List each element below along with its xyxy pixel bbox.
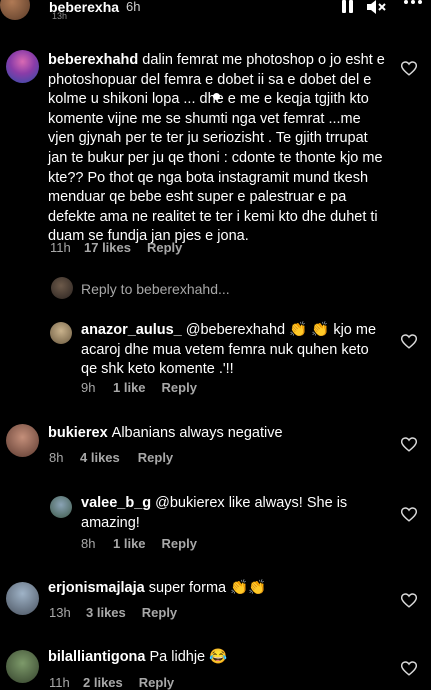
likes-count[interactable]: 17 likes: [84, 240, 131, 255]
story-subtext: 13h: [52, 11, 68, 21]
avatar[interactable]: [6, 650, 39, 683]
comment-meta: 11h 17 likes Reply: [50, 240, 182, 255]
comment-text: Albanians always negative: [111, 425, 283, 441]
avatar[interactable]: [6, 50, 39, 83]
comment-meta: 8h 1 like Reply: [81, 536, 197, 551]
heart-outline-icon[interactable]: [400, 61, 418, 76]
comment-text: super forma 👏👏: [148, 580, 267, 596]
comment-time: 11h: [50, 240, 71, 255]
comment-text: Pa lidhje 😂: [149, 649, 228, 665]
comment-username[interactable]: beberexhahd: [48, 52, 138, 68]
cursor: [213, 93, 220, 100]
comment-meta: 8h 4 likes Reply: [49, 450, 173, 465]
pause-icon[interactable]: [340, 0, 354, 14]
avatar[interactable]: [6, 424, 39, 457]
heart-outline-icon[interactable]: [400, 661, 418, 676]
comment-username[interactable]: bukierex: [48, 425, 108, 441]
comment-meta: 9h 1 like Reply: [81, 380, 197, 395]
comment-body: valee_b_g @bukierex like always! She is a…: [81, 494, 381, 533]
comment-time: 8h: [49, 450, 64, 465]
reply-button[interactable]: Reply: [142, 605, 177, 620]
comment-body: anazor_aulus_ @beberexhahd 👏 👏 kjo me aca…: [81, 321, 381, 380]
heart-outline-icon[interactable]: [400, 334, 418, 349]
reply-button[interactable]: Reply: [147, 240, 182, 255]
comment-body: bukierex Albanians always negative: [48, 424, 388, 444]
likes-count[interactable]: 1 like: [113, 380, 146, 395]
comment-username[interactable]: erjonismajlaja: [48, 580, 145, 596]
reply-to-input[interactable]: Reply to beberexhahd...: [81, 281, 230, 297]
reply-button[interactable]: Reply: [162, 536, 197, 551]
story-time: 6h: [126, 0, 141, 14]
comment-username[interactable]: bilalliantigona: [48, 649, 145, 665]
reply-button[interactable]: Reply: [162, 380, 197, 395]
comment-time: 9h: [81, 380, 96, 395]
comment-body: erjonismajlaja super forma 👏👏: [48, 579, 388, 599]
comment-body: beberexhahd dalin femrat me photoshop o j…: [48, 51, 388, 247]
comment-username[interactable]: valee_b_g: [81, 495, 151, 511]
comment-time: 13h: [49, 605, 71, 620]
comment-time: 8h: [81, 536, 96, 551]
avatar[interactable]: [50, 322, 72, 344]
comment-username[interactable]: anazor_aulus_: [81, 322, 182, 338]
heart-outline-icon[interactable]: [400, 593, 418, 608]
mute-icon[interactable]: [366, 0, 386, 14]
avatar[interactable]: [6, 582, 39, 615]
reply-avatar: [51, 277, 73, 299]
likes-count[interactable]: 3 likes: [86, 605, 126, 620]
more-icon[interactable]: [404, 0, 422, 6]
heart-outline-icon[interactable]: [400, 507, 418, 522]
heart-outline-icon[interactable]: [400, 437, 418, 452]
comment-body: bilalliantigona Pa lidhje 😂: [48, 648, 388, 668]
reply-button[interactable]: Reply: [138, 450, 173, 465]
comment-text: dalin femrat me photoshop o jo esht e ph…: [48, 52, 385, 245]
comment-meta: 13h 3 likes Reply: [49, 605, 177, 620]
likes-count[interactable]: 4 likes: [80, 450, 120, 465]
avatar[interactable]: [50, 496, 72, 518]
likes-count[interactable]: 1 like: [113, 536, 146, 551]
story-header: beberexha 6h 13h: [0, 0, 431, 22]
story-avatar[interactable]: [0, 0, 30, 20]
